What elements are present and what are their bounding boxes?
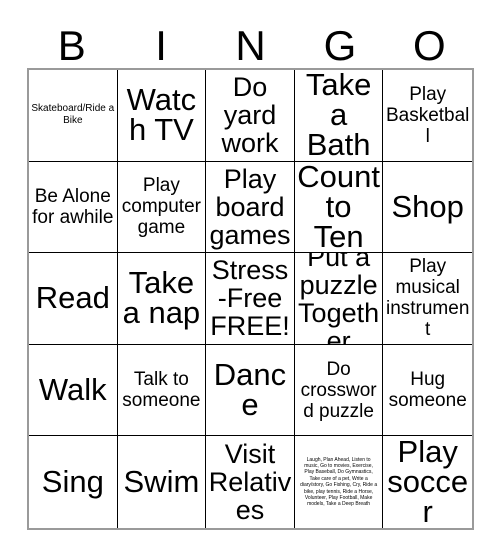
bingo-cell[interactable]: Do crossword puzzle [294, 344, 384, 437]
header-letter-i: I [155, 22, 167, 69]
bingo-cell[interactable]: Talk to someone [117, 344, 207, 437]
bingo-cell-label: Play soccer [387, 436, 469, 528]
bingo-cell-label: Walk [38, 372, 107, 408]
bingo-cell-label: Do yard work [221, 72, 279, 159]
bingo-cell-label: Read [35, 280, 110, 316]
bingo-cell-label: Hug someone [388, 369, 467, 412]
header-letter-b: B [57, 22, 86, 69]
bingo-cell[interactable]: Take a nap [117, 253, 207, 345]
bingo-cell-label: Be Alone for awhile [32, 185, 114, 228]
bingo-grid: Skateboard/Ride a Bike Watch TV Do yard wo… [27, 68, 474, 530]
bingo-cell[interactable]: Play computer game [117, 161, 207, 254]
bingo-cell-label: Take a nap [122, 265, 201, 331]
bingo-cell-label: Play Basketball [385, 83, 470, 147]
bingo-cell-label: Take a Bath [305, 70, 372, 162]
bingo-cell[interactable]: Hug someone [383, 345, 472, 437]
bingo-cell[interactable]: Dance [206, 344, 295, 437]
bingo-cell-label: Play computer game [121, 175, 201, 239]
bingo-cell-label: Dance [213, 357, 287, 423]
bingo-cell-label: Sing [41, 464, 104, 500]
bingo-cell-label: Skateboard/Ride a Bike [31, 103, 115, 127]
bingo-cell[interactable]: Play Basketball [383, 70, 472, 162]
bingo-cell[interactable]: Shop [383, 162, 472, 254]
header-letter-g: G [323, 22, 357, 69]
bingo-cell-label: Count to Ten [297, 161, 380, 254]
bingo-cell[interactable]: Stress-Free FREE! [206, 253, 295, 345]
bingo-cell[interactable]: Put a puzzle Together [294, 253, 384, 345]
bingo-cell[interactable]: Walk [29, 344, 118, 437]
bingo-cell[interactable]: Play musical instrument [383, 253, 472, 345]
bingo-cell[interactable]: Visit Relatives [206, 436, 295, 528]
bingo-header: B I N G O [27, 14, 474, 68]
bingo-cell[interactable]: Read [29, 253, 118, 345]
bingo-cell[interactable]: Sing [29, 436, 118, 528]
bingo-cell[interactable]: Do yard work [206, 70, 295, 162]
bingo-cell-label: Talk to someone [122, 369, 201, 412]
bingo-cell[interactable]: Play board games [206, 161, 295, 254]
bingo-cell[interactable]: Play soccer [383, 436, 472, 528]
bingo-cell-label: Play musical instrument [385, 256, 470, 341]
bingo-cell-label: Stress-Free FREE! [210, 255, 290, 342]
bingo-cell-label: Do crossword puzzle [300, 358, 377, 422]
bingo-cell-label: Laugh, Plan Ahead, Listen to music, Go t… [300, 456, 378, 508]
bingo-cell[interactable]: Be Alone for awhile [29, 161, 118, 254]
bingo-cell[interactable]: Skateboard/Ride a Bike [29, 70, 118, 162]
bingo-cell[interactable]: Count to Ten [294, 161, 384, 254]
bingo-cell[interactable]: Take a Bath [294, 70, 384, 162]
header-letter-o: O [412, 22, 446, 69]
header-letter-n: N [235, 22, 266, 69]
bingo-cell-label: Shop [391, 188, 464, 224]
bingo-cell-label: Watch TV [126, 82, 197, 148]
bingo-cell-label: Put a puzzle Together [298, 253, 380, 345]
bingo-card: B I N G O Skateboard/Ride a Bike Watch TV… [0, 0, 500, 544]
bingo-cell[interactable]: Laugh, Plan Ahead, Listen to music, Go t… [295, 436, 384, 528]
bingo-cell[interactable]: Swim [118, 436, 207, 528]
bingo-cell-label: Play board games [209, 163, 291, 250]
bingo-cell[interactable]: Watch TV [117, 70, 207, 162]
bingo-cell-label: Swim [123, 464, 200, 500]
bingo-cell-label: Visit Relatives [208, 439, 292, 526]
